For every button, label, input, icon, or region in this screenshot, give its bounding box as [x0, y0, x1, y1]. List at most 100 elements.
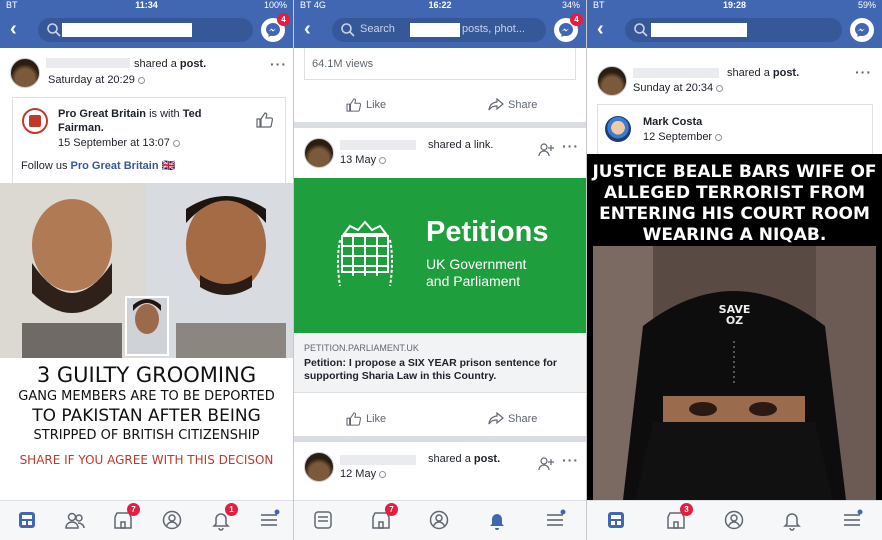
shared-timestamp: 15 September at 13:07 — [58, 137, 180, 149]
battery-level: 100% — [263, 0, 287, 10]
friends-icon — [65, 512, 85, 529]
globe-icon — [379, 156, 387, 164]
globe-icon — [172, 139, 180, 147]
redacted-name — [340, 140, 416, 150]
back-arrow-icon[interactable]: ‹ — [597, 18, 604, 40]
more-options-icon[interactable]: ··· — [562, 452, 579, 468]
tagged-person[interactable]: Fairman. — [58, 122, 104, 134]
clock: 16:22 — [428, 0, 452, 10]
like-button[interactable]: Like — [346, 412, 386, 426]
marketplace-badge: 3 — [680, 503, 693, 516]
messenger-button[interactable]: 4 — [554, 13, 583, 42]
avatar[interactable] — [304, 138, 334, 168]
tab-notifications[interactable] — [486, 509, 508, 531]
shared-author[interactable]: Mark Costa — [643, 116, 702, 128]
like-button[interactable]: Like — [346, 98, 386, 112]
tab-menu[interactable] — [258, 509, 280, 531]
avatar[interactable] — [10, 58, 40, 88]
tab-marketplace[interactable]: 7 — [370, 503, 398, 531]
tab-news-feed[interactable] — [312, 509, 334, 531]
menu-icon — [261, 509, 280, 526]
avatar[interactable] — [597, 66, 627, 96]
bell-icon — [783, 513, 801, 531]
tab-marketplace[interactable]: 3 — [665, 503, 693, 531]
messenger-button[interactable] — [850, 18, 874, 42]
cap-logo: SAVE OZ — [718, 303, 751, 327]
petitions-title: Petitions — [426, 216, 549, 248]
globe-icon — [137, 76, 145, 84]
tab-news-feed[interactable] — [16, 509, 38, 531]
back-arrow-icon[interactable]: ‹ — [304, 18, 311, 40]
tab-profile[interactable] — [723, 509, 745, 531]
link-headline: Petition: I propose a SIX YEAR prison se… — [304, 357, 558, 382]
page-logo[interactable] — [22, 108, 48, 134]
tab-news-feed[interactable] — [605, 509, 627, 531]
bottom-tab-bar: 7 — [294, 500, 586, 540]
redacted-box — [410, 23, 460, 37]
niqab-meme-image[interactable]: JUSTICE BEALE BARS WIFE OF ALLEGED TERRO… — [587, 154, 882, 500]
niqab-photo — [593, 246, 876, 500]
share-icon — [488, 98, 504, 111]
profile-icon — [724, 510, 744, 530]
messenger-badge: 4 — [570, 13, 583, 26]
search-input[interactable] — [625, 18, 842, 42]
like-icon[interactable] — [256, 112, 274, 128]
globe-icon — [716, 84, 724, 92]
search-placeholder-tail: posts, phot... — [462, 23, 525, 35]
bell-icon — [490, 514, 504, 530]
menu-icon — [844, 509, 863, 526]
avatar[interactable] — [605, 116, 631, 142]
search-icon — [47, 23, 61, 37]
tab-profile[interactable] — [428, 509, 450, 531]
news-feed-icon — [314, 511, 332, 529]
post-header: shared a post. — [727, 67, 800, 79]
feed-separator — [294, 122, 586, 128]
portcullis-icon — [337, 220, 393, 287]
avatar[interactable] — [304, 452, 334, 482]
messenger-button[interactable]: 4 — [261, 13, 290, 42]
add-friend-icon[interactable] — [538, 142, 554, 158]
tab-notifications[interactable]: 1 — [210, 503, 238, 531]
profile-icon — [162, 510, 182, 530]
top-navbar: ‹ 4 — [0, 12, 293, 48]
notifications-badge: 1 — [225, 503, 238, 516]
add-friend-icon[interactable] — [538, 456, 554, 472]
post-header: shared a link. — [428, 139, 494, 151]
redacted-name — [633, 68, 719, 78]
marketplace-badge: 7 — [127, 503, 140, 516]
tab-profile[interactable] — [161, 509, 183, 531]
news-feed-icon — [19, 512, 35, 528]
tab-friends[interactable] — [64, 509, 86, 531]
petitions-link-image[interactable]: Petitions UK Government and Parliament — [294, 178, 586, 333]
menu-icon — [547, 509, 566, 526]
meme-caption: 3 GUILTY GROOMING GANG MEMBERS ARE TO BE… — [0, 358, 293, 486]
mugshots-image[interactable] — [0, 183, 293, 363]
post-timestamp: Saturday at 20:29 — [48, 74, 145, 86]
more-options-icon[interactable]: ··· — [270, 56, 287, 72]
petitions-subtitle-2: and Parliament — [426, 273, 521, 289]
tab-marketplace[interactable]: 7 — [112, 503, 140, 531]
more-options-icon[interactable]: ··· — [562, 138, 579, 154]
shared-caption: Follow us Pro Great Britain 🇬🇧 — [21, 160, 176, 172]
shared-post-card — [597, 104, 873, 154]
redacted-name — [340, 455, 416, 465]
shared-timestamp: 12 September — [643, 131, 723, 143]
meme-headline: JUSTICE BEALE BARS WIFE OF ALLEGED TERRO… — [592, 162, 877, 245]
share-button[interactable]: Share — [488, 98, 537, 112]
clock: 19:28 — [722, 0, 747, 10]
link-preview-footer[interactable]: PETITION.PARLIAMENT.UK Petition: I propo… — [294, 333, 586, 393]
like-icon — [346, 412, 362, 426]
clock: 11:34 — [135, 0, 158, 10]
profile-icon — [429, 510, 449, 530]
tab-menu[interactable] — [841, 509, 863, 531]
phone-screen-1: BT 11:34 100% ‹ 4 shared a post. Saturda… — [0, 0, 293, 540]
share-button[interactable]: Share — [488, 412, 537, 426]
tab-notifications[interactable] — [781, 509, 803, 531]
more-options-icon[interactable]: ··· — [855, 64, 872, 80]
tab-menu[interactable] — [544, 509, 566, 531]
post-timestamp: 13 May — [340, 154, 387, 166]
search-input[interactable]: Search posts, phot... — [332, 18, 546, 42]
status-bar: BT 4G 16:22 34% — [294, 0, 586, 12]
search-input[interactable] — [38, 18, 253, 42]
back-arrow-icon[interactable]: ‹ — [10, 18, 17, 40]
